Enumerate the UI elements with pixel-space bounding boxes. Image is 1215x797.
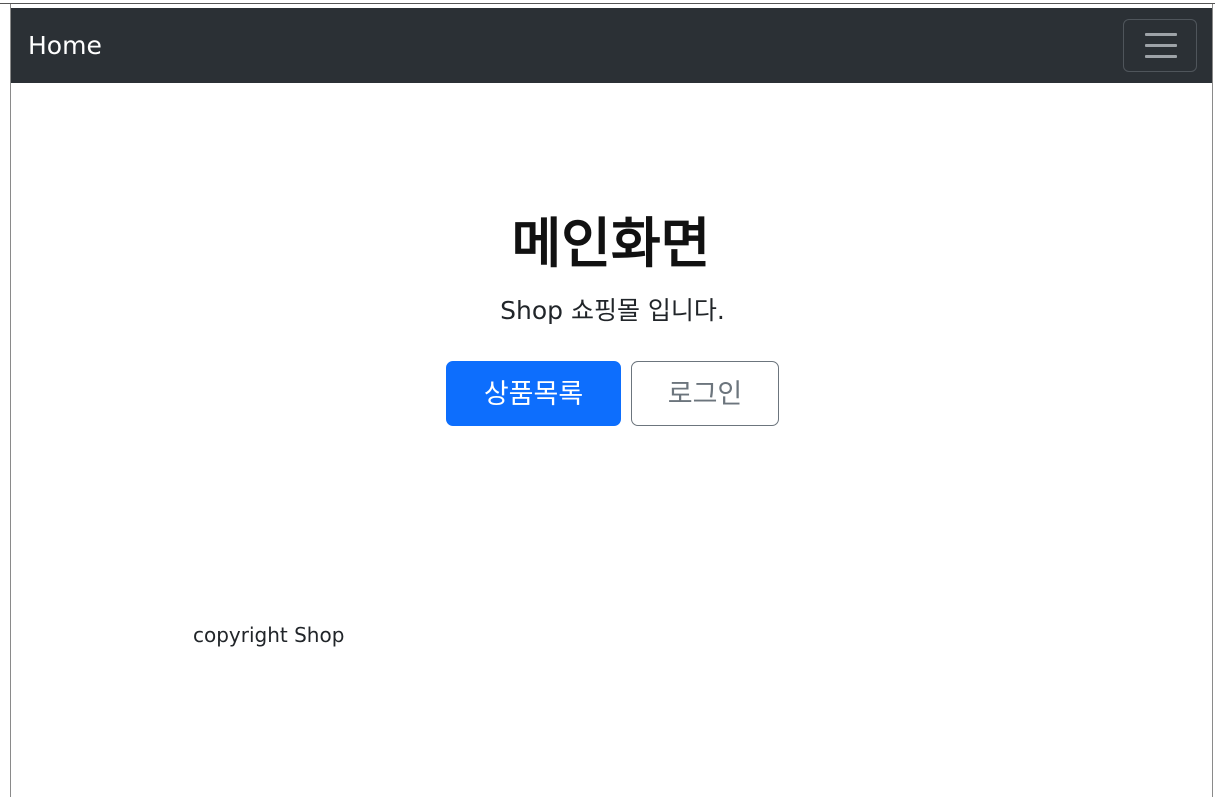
navbar-brand-home-link[interactable]: Home <box>28 28 102 64</box>
page-subtitle: Shop 쇼핑몰 입니다. <box>500 296 725 325</box>
navbar: Home <box>11 8 1212 83</box>
left-divider <box>10 4 11 797</box>
login-button[interactable]: 로그인 <box>631 361 779 426</box>
product-list-button[interactable]: 상품목록 <box>446 361 621 426</box>
top-divider <box>0 3 1215 4</box>
footer-copyright: copyright Shop <box>193 623 345 647</box>
right-divider <box>1212 4 1213 797</box>
browser-viewport: Home 메인화면 Shop 쇼핑몰 입니다. 상품목록 로그인 copyrig… <box>0 0 1215 797</box>
page-title: 메인화면 <box>511 212 711 275</box>
navbar-toggler-button[interactable] <box>1123 19 1197 72</box>
